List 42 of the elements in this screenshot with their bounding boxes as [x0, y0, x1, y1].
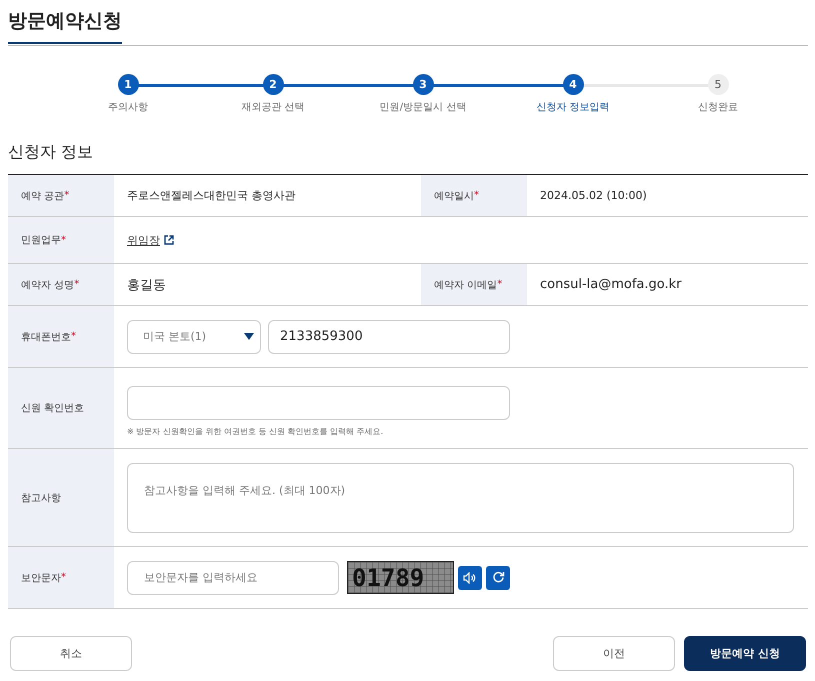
field-label: 예약 공관*: [8, 175, 114, 216]
field-label: 참고사항: [8, 449, 114, 546]
page-title: 방문예약신청: [8, 8, 122, 44]
help-text: ※ 방문자 신원확인을 위한 여권번호 등 신원 확인번호를 입력해 주세요.: [127, 426, 384, 436]
field-label: 신원 확인번호: [8, 368, 114, 448]
cancel-button[interactable]: 취소: [10, 636, 132, 671]
field-label: 예약자 성명*: [8, 264, 114, 305]
field-value: 주로스앤젤레스대한민국 총영사관: [127, 188, 296, 203]
step-label: 재외공관 선택: [241, 101, 305, 114]
caret-icon: [244, 333, 254, 340]
step-label: 민원/방문일시 선택: [380, 101, 466, 114]
field-value: 2024.05.02 (10:00): [540, 189, 647, 202]
previous-button[interactable]: 이전: [553, 636, 675, 671]
field-label: 예약자 이메일*: [421, 264, 527, 305]
speaker-icon: [463, 572, 477, 584]
step-circle: 1: [118, 74, 138, 95]
submit-button[interactable]: 방문예약 신청: [684, 636, 806, 671]
step-circle: 4: [562, 74, 584, 95]
field-value: consul-la@mofa.go.kr: [540, 277, 682, 292]
field-value: 홍길동: [127, 276, 166, 294]
phone-field[interactable]: 2133859300: [268, 320, 510, 354]
step-label: 신청완료: [698, 101, 738, 114]
country-select[interactable]: 미국 본토(1): [127, 320, 261, 354]
id-number-field[interactable]: [127, 386, 510, 420]
section-title: 신청자 정보: [8, 142, 94, 163]
step-circle: 3: [412, 74, 434, 95]
field-label: 휴대폰번호*: [8, 306, 114, 367]
step-circle: 5: [708, 74, 728, 95]
audio-button[interactable]: [458, 566, 482, 590]
step-label: 주의사항: [108, 101, 148, 114]
step-circle: 2: [262, 74, 284, 95]
field-label: 예약일시*: [421, 175, 527, 216]
captcha-field[interactable]: 보안문자를 입력하세요: [127, 560, 339, 594]
captcha-image: 01789: [347, 561, 454, 594]
refresh-button[interactable]: [486, 566, 510, 590]
document-link[interactable]: 위임장: [127, 232, 160, 248]
refresh-icon: [492, 571, 504, 584]
external-link-icon: [164, 235, 174, 245]
notes-field[interactable]: 참고사항을 입력해 주세요. (최대 100자): [127, 462, 794, 532]
field-label: 민원업무*: [8, 217, 114, 263]
field-label: 보안문자*: [8, 547, 114, 608]
step-label: 신청자 정보입력: [536, 101, 610, 114]
